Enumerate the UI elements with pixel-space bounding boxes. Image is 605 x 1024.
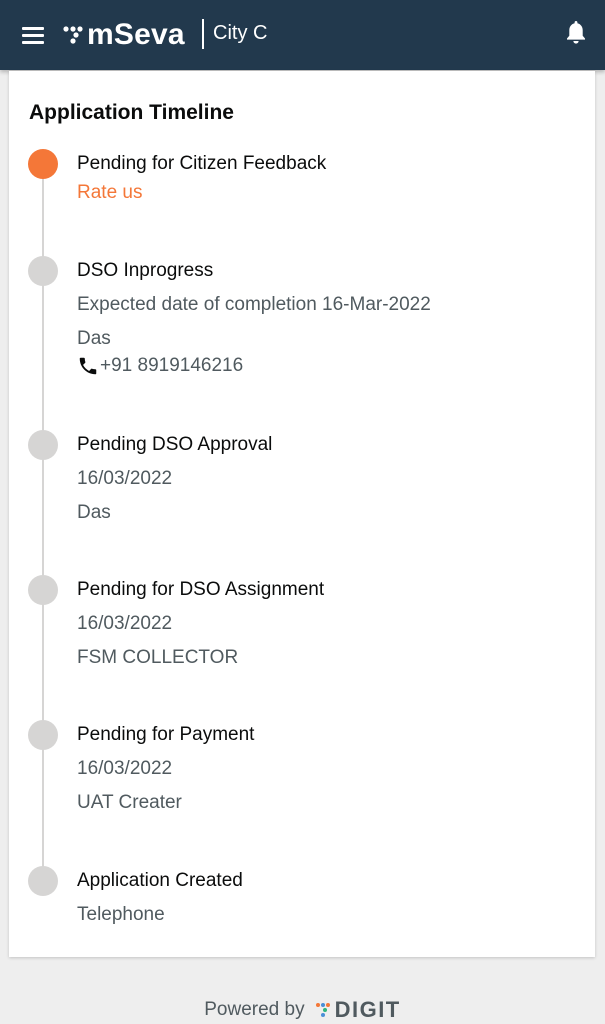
timeline-dot xyxy=(28,430,58,460)
city-name[interactable]: City C xyxy=(213,22,267,45)
step-title: Pending for DSO Assignment xyxy=(77,579,325,600)
bell-icon[interactable] xyxy=(564,19,588,45)
hamburger-menu-icon[interactable] xyxy=(22,27,44,44)
timeline-dot xyxy=(28,575,58,605)
application-timeline-card: Application Timeline Pending for Citizen… xyxy=(9,71,595,957)
step-title: Pending DSO Approval xyxy=(77,434,273,455)
step-title: Application Created xyxy=(77,870,243,891)
mseva-logo-mark-icon xyxy=(63,26,83,44)
card-title: Application Timeline xyxy=(29,101,234,124)
step-title: DSO Inprogress xyxy=(77,260,214,281)
phone-icon xyxy=(79,357,97,375)
digit-brand: DIGIT xyxy=(334,997,401,1022)
phone-number: +91 8919146216 xyxy=(100,355,244,376)
header-divider xyxy=(202,19,204,49)
step-title: Pending for Citizen Feedback xyxy=(77,153,327,174)
phone-number-link[interactable]: +91 8919146216 xyxy=(77,355,243,377)
app-name: mSeva xyxy=(87,18,185,51)
step-detail: UAT Creater xyxy=(77,792,182,813)
timeline-dot xyxy=(28,256,58,286)
step-date: 16/03/2022 xyxy=(77,758,173,779)
step-title: Pending for Payment xyxy=(77,724,255,745)
step-date: 16/03/2022 xyxy=(77,613,173,634)
step-date: 16/03/2022 xyxy=(77,468,173,489)
step-detail: Das xyxy=(77,502,111,523)
powered-by-label: Powered by xyxy=(204,999,305,1020)
timeline-dot xyxy=(28,720,58,750)
digit-logo-mark-icon xyxy=(315,1003,330,1017)
mseva-logo: mSeva xyxy=(62,16,185,54)
step-detail: Telephone xyxy=(77,904,165,925)
timeline-dot xyxy=(28,866,58,896)
top-app-bar: mSeva City C xyxy=(0,0,605,70)
step-detail: Das xyxy=(77,328,111,349)
rate-us-link[interactable]: Rate us xyxy=(77,182,142,204)
step-detail: Expected date of completion 16-Mar-2022 xyxy=(77,294,431,315)
footer: Powered by DIGIT xyxy=(0,995,605,1024)
timeline-dot-active xyxy=(28,149,58,179)
step-detail: FSM COLLECTOR xyxy=(77,647,239,668)
